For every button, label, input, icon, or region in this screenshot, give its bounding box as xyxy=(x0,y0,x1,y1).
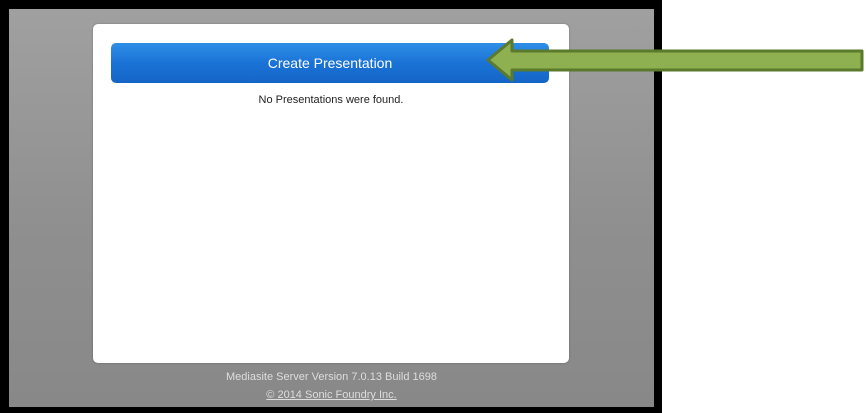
arrow-left-icon xyxy=(486,38,864,82)
empty-state-message: No Presentations were found. xyxy=(258,94,404,106)
copyright-link[interactable]: © 2014 Sonic Foundry Inc. xyxy=(9,389,654,401)
server-version-text: Mediasite Server Version 7.0.13 Build 16… xyxy=(226,371,437,383)
create-presentation-button[interactable]: Create Presentation xyxy=(111,43,549,83)
